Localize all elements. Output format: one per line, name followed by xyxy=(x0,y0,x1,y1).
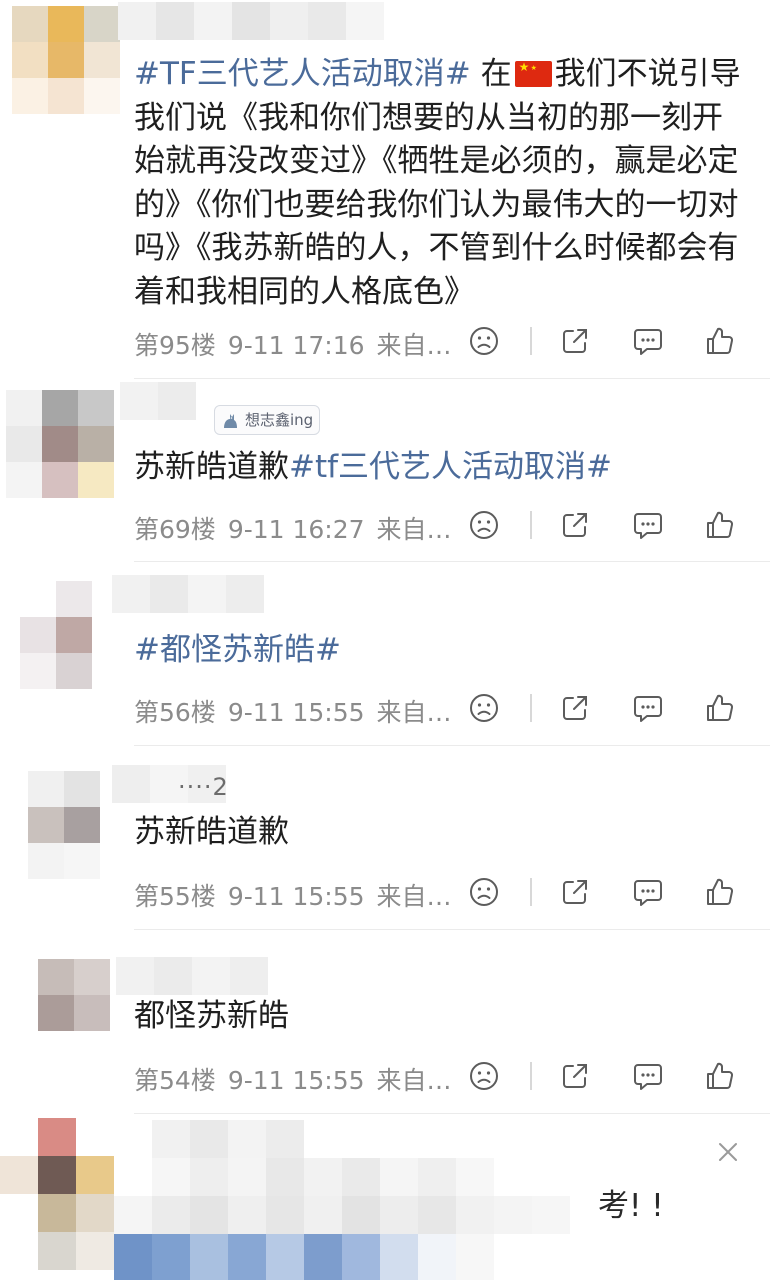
close-icon[interactable] xyxy=(714,1138,742,1166)
fan-badge[interactable]: 想志鑫ing xyxy=(214,405,321,435)
comment-text-span: 在 xyxy=(470,56,512,92)
comment-text-span: 苏新皓道歉 xyxy=(134,449,289,485)
fan-badge-label: 想志鑫ing xyxy=(245,411,314,429)
username-blurred[interactable] xyxy=(116,957,268,999)
avatar-blurred[interactable] xyxy=(12,6,120,114)
comment-text: #都怪苏新皓# xyxy=(134,629,750,673)
sad-face-icon[interactable] xyxy=(467,1059,501,1093)
thumbs-up-icon[interactable] xyxy=(703,1059,737,1093)
ad-card-blurred[interactable]: 考! ! xyxy=(0,1110,770,1280)
avatar-blurred[interactable] xyxy=(28,771,118,879)
share-icon[interactable] xyxy=(558,875,592,909)
topic-link[interactable]: #TF三代艺人活动取消# xyxy=(134,56,471,92)
avatar-blurred[interactable] xyxy=(38,959,110,1067)
ad-text-fragment: 考! ! xyxy=(598,1188,664,1224)
floor-number: 第54楼 xyxy=(134,1066,216,1095)
comment-icon[interactable] xyxy=(631,875,665,909)
action-divider xyxy=(530,327,532,355)
comment-time: 9-11 16:27 xyxy=(227,515,365,544)
comment-divider xyxy=(134,745,770,746)
share-icon[interactable] xyxy=(558,508,592,542)
username-blurred[interactable] xyxy=(120,382,212,424)
avatar-blurred[interactable] xyxy=(20,581,110,689)
comment-icon[interactable] xyxy=(631,1059,665,1093)
share-icon[interactable] xyxy=(558,324,592,358)
china-flag-icon xyxy=(514,61,552,87)
cat-icon xyxy=(224,414,237,428)
comment-source[interactable]: 来自… xyxy=(377,515,452,544)
share-icon[interactable] xyxy=(558,691,592,725)
comment-text-span: 都怪苏新皓 xyxy=(134,998,289,1034)
comment-icon[interactable] xyxy=(631,324,665,358)
sad-face-icon[interactable] xyxy=(467,691,501,725)
action-divider xyxy=(530,694,532,722)
comment-text: 苏新皓道歉#tf三代艺人活动取消# xyxy=(134,446,750,490)
comment-text: #TF三代艺人活动取消# 在我们不说引导我们说《我和你们想要的从当初的那一刻开始… xyxy=(134,53,750,314)
sad-face-icon[interactable] xyxy=(467,508,501,542)
comment-divider xyxy=(134,929,770,930)
comment-source[interactable]: 来自… xyxy=(377,698,452,727)
thumbs-up-icon[interactable] xyxy=(703,508,737,542)
thumbs-up-icon[interactable] xyxy=(703,691,737,725)
share-icon[interactable] xyxy=(558,1059,592,1093)
comment-source[interactable]: 来自… xyxy=(377,331,452,360)
action-divider xyxy=(530,1062,532,1090)
floor-number: 第69楼 xyxy=(134,515,216,544)
action-divider xyxy=(530,878,532,906)
comment-meta: 第56楼 9-11 15:55 来自… xyxy=(134,693,464,729)
comment-text: 都怪苏新皓 xyxy=(134,995,750,1039)
avatar-blurred[interactable] xyxy=(6,390,114,498)
comment-divider xyxy=(134,561,770,562)
comment-time: 9-11 15:55 xyxy=(227,698,365,727)
action-divider xyxy=(530,511,532,539)
comment-text-span: 苏新皓道歉 xyxy=(134,814,289,850)
username-blurred[interactable] xyxy=(118,2,388,44)
comment-icon[interactable] xyxy=(631,508,665,542)
floor-number: 第95楼 xyxy=(134,331,216,360)
topic-link[interactable]: #tf三代艺人活动取消# xyxy=(289,449,612,485)
comment-page: #TF三代艺人活动取消# 在我们不说引导我们说《我和你们想要的从当初的那一刻开始… xyxy=(0,0,770,1280)
username-fragment: ····2 xyxy=(178,773,229,801)
comment-source[interactable]: 来自… xyxy=(377,882,452,911)
topic-link[interactable]: #都怪苏新皓# xyxy=(134,632,341,668)
comment-time: 9-11 15:55 xyxy=(227,882,365,911)
floor-number: 第56楼 xyxy=(134,698,216,727)
thumbs-up-icon[interactable] xyxy=(703,875,737,909)
comment-text: 苏新皓道歉 xyxy=(134,811,750,855)
comment-divider xyxy=(134,378,770,379)
thumbs-up-icon[interactable] xyxy=(703,324,737,358)
comment-time: 9-11 17:16 xyxy=(227,331,365,360)
username-blurred[interactable] xyxy=(112,575,264,617)
comment-source[interactable]: 来自… xyxy=(377,1066,452,1095)
comment-meta: 第69楼 9-11 16:27 来自… xyxy=(134,510,464,546)
sad-face-icon[interactable] xyxy=(467,875,501,909)
comment-time: 9-11 15:55 xyxy=(227,1066,365,1095)
comment-meta: 第54楼 9-11 15:55 来自… xyxy=(134,1061,464,1097)
comment-meta: 第55楼 9-11 15:55 来自… xyxy=(134,877,464,913)
sad-face-icon[interactable] xyxy=(467,324,501,358)
comment-text-span: 我们不说引导我们说《我和你们想要的从当初的那一刻开始就再没改变过》《牺牲是必须的… xyxy=(134,56,741,310)
floor-number: 第55楼 xyxy=(134,882,216,911)
comment-icon[interactable] xyxy=(631,691,665,725)
comment-meta: 第95楼 9-11 17:16 来自… xyxy=(134,326,464,362)
